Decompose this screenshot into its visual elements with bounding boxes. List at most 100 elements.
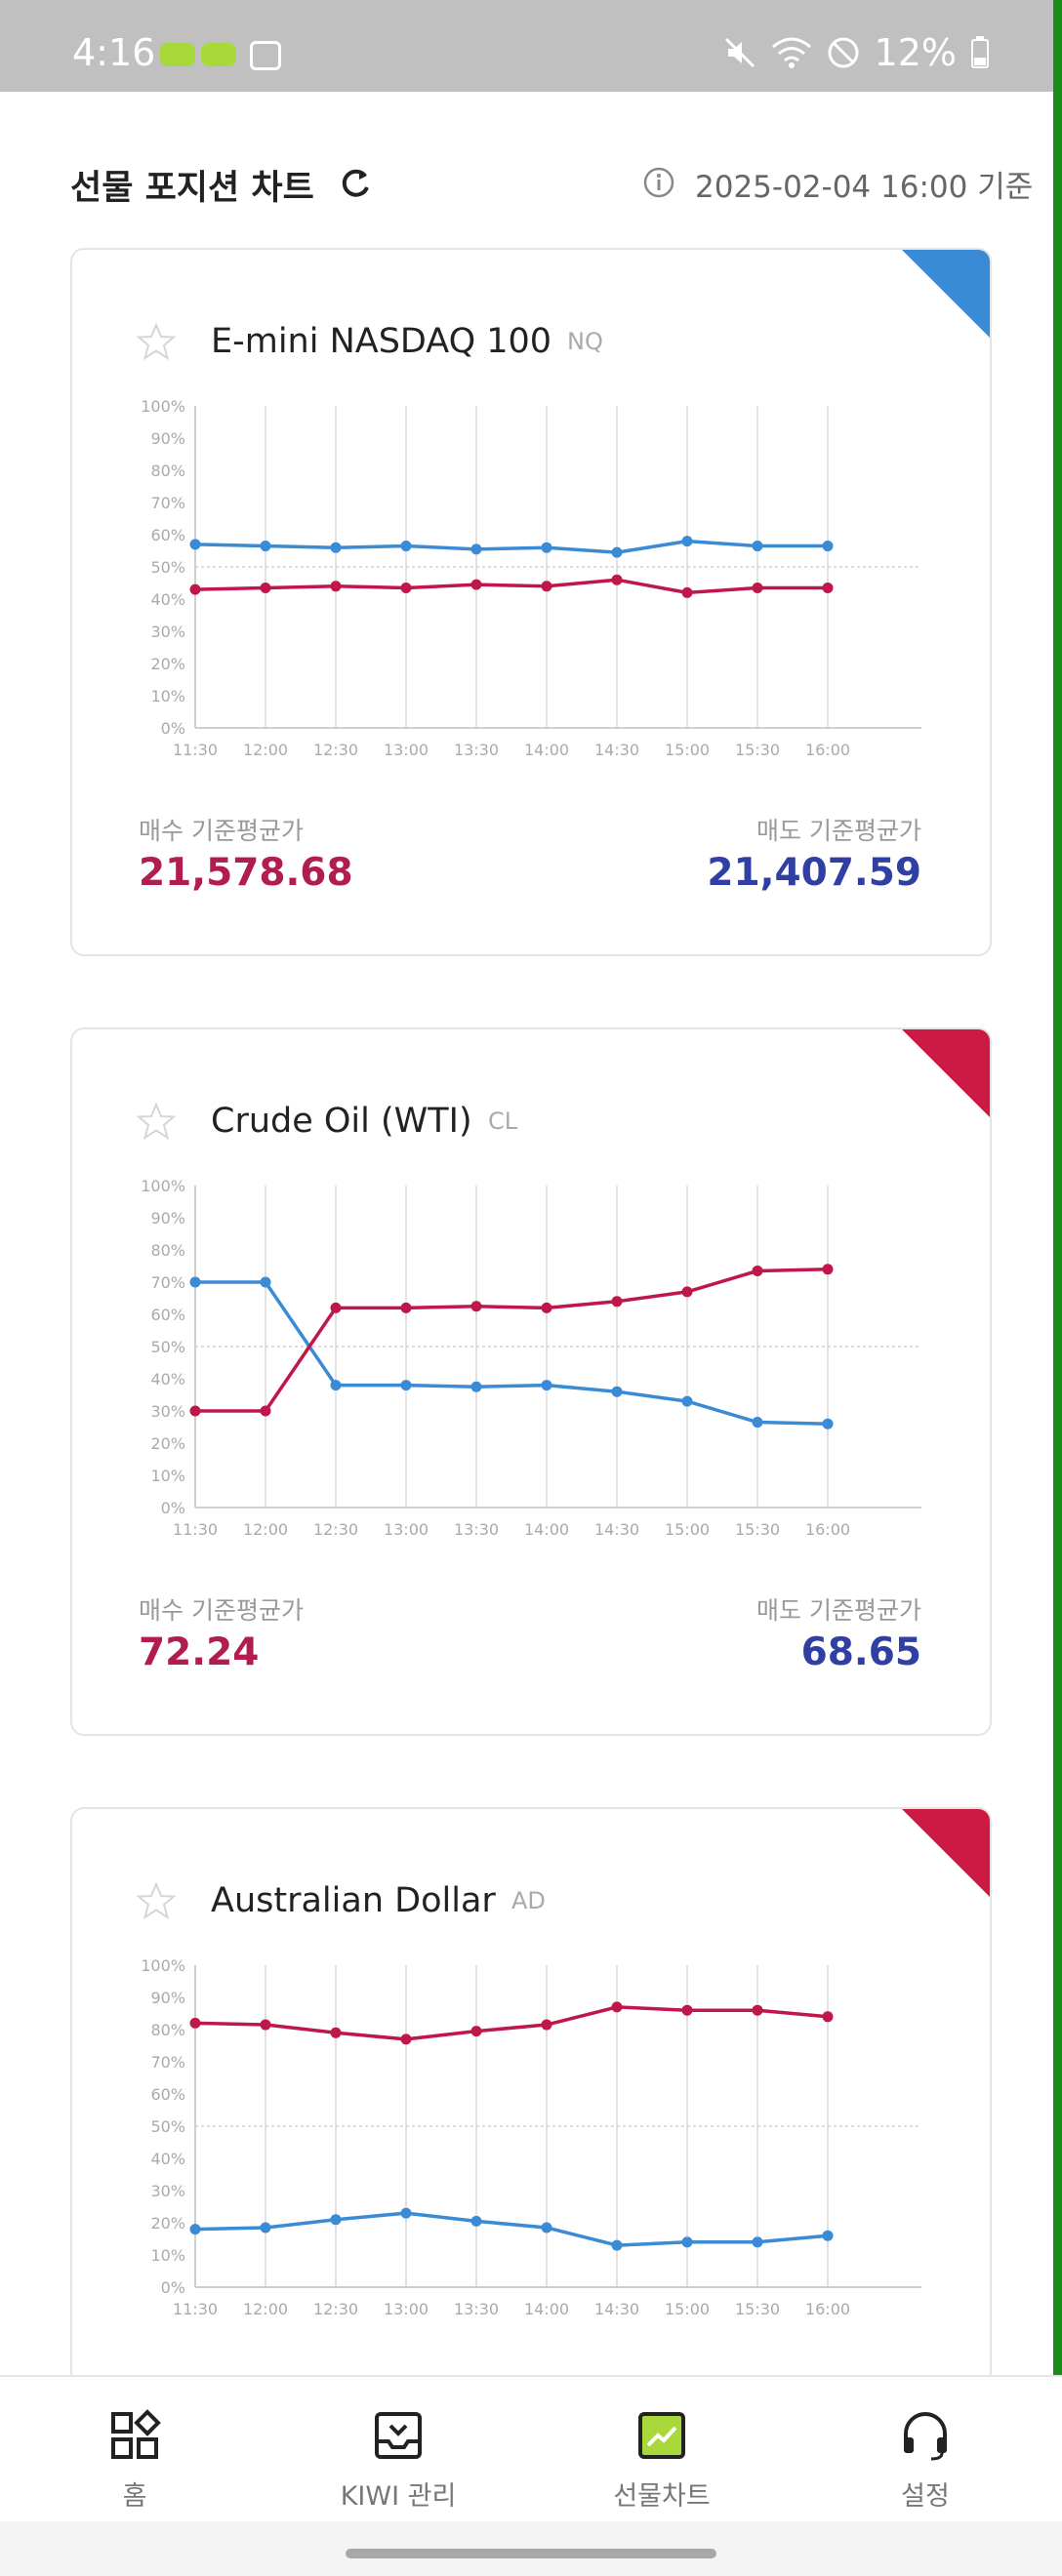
y-tick-label: 40% xyxy=(150,1370,185,1389)
data-point xyxy=(752,2236,763,2248)
nav-futures-chart[interactable]: 선물차트 xyxy=(564,2377,759,2523)
data-point xyxy=(541,542,552,553)
sell-average-label: 매도 기준평균가 xyxy=(756,817,921,845)
data-point xyxy=(822,541,834,552)
data-point xyxy=(260,2019,271,2031)
data-point xyxy=(470,1301,482,1312)
data-point xyxy=(400,2033,412,2045)
x-tick-label: 12:00 xyxy=(243,2300,288,2318)
nav-settings[interactable]: 설정 xyxy=(828,2377,1023,2523)
page-title: 선물 포지션 차트 xyxy=(70,169,314,208)
y-tick-label: 90% xyxy=(150,1209,185,1228)
data-point xyxy=(260,2222,271,2234)
y-tick-label: 100% xyxy=(141,397,185,416)
y-tick-label: 80% xyxy=(150,462,185,480)
data-point xyxy=(260,1276,271,1288)
y-tick-label: 90% xyxy=(150,429,185,448)
refresh-icon[interactable] xyxy=(336,164,375,203)
x-tick-label: 15:30 xyxy=(735,2300,780,2318)
y-tick-label: 50% xyxy=(150,2117,185,2136)
favorite-star-icon[interactable] xyxy=(137,1102,176,1141)
series-line xyxy=(195,1280,829,1426)
y-tick-label: 80% xyxy=(150,2021,185,2039)
x-tick-label: 12:30 xyxy=(313,741,358,759)
sell-average-label: 매도 기준평균가 xyxy=(756,1596,921,1625)
notification-icon xyxy=(160,43,195,66)
y-tick-label: 10% xyxy=(150,687,185,705)
y-tick-label: 10% xyxy=(150,1467,185,1485)
y-tick-label: 70% xyxy=(150,1273,185,1292)
y-tick-label: 20% xyxy=(150,655,185,673)
x-tick-label: 12:00 xyxy=(243,741,288,759)
position-line-chart: 0% 10% 20% 30% 40% 50% 60% 70% 80% 90% 100% 11:30 12… xyxy=(141,397,921,759)
data-point xyxy=(260,1405,271,1417)
favorite-star-icon[interactable] xyxy=(137,1881,176,1920)
data-point xyxy=(611,546,623,558)
data-point xyxy=(330,542,342,553)
data-point xyxy=(752,1417,763,1429)
position-line-chart: 0% 10% 20% 30% 40% 50% 60% 70% 80% 90% 100% 11:30 12… xyxy=(141,1177,921,1539)
favorite-star-icon[interactable] xyxy=(137,322,176,361)
info-icon[interactable] xyxy=(642,166,675,199)
data-point xyxy=(752,541,763,552)
data-point xyxy=(752,1265,763,1276)
y-tick-label: 0% xyxy=(161,1499,185,1517)
x-tick-label: 11:30 xyxy=(173,741,218,759)
screenshot-icon xyxy=(250,41,281,70)
data-point xyxy=(189,1405,201,1417)
chart-icon xyxy=(638,2412,685,2459)
nav-kiwi-management[interactable]: KIWI 관리 xyxy=(301,2377,496,2523)
x-tick-label: 13:00 xyxy=(384,741,429,759)
x-tick-label: 16:00 xyxy=(805,1520,850,1539)
x-tick-label: 16:00 xyxy=(805,741,850,759)
futures-code: AD xyxy=(511,1887,546,1914)
data-point xyxy=(470,2215,482,2227)
data-point xyxy=(822,2230,834,2241)
nav-label: 홈 xyxy=(122,2481,147,2512)
data-point xyxy=(822,2011,834,2023)
data-point xyxy=(822,1418,834,1429)
y-tick-label: 20% xyxy=(150,1434,185,1453)
position-line-chart: 0% 10% 20% 30% 40% 50% 60% 70% 80% 90% 100% 11:30 12… xyxy=(141,1956,921,2318)
futures-card[interactable]: Crude Oil (WTI) CL 0% 10% 20% 30% 40% 50% 60% 7… xyxy=(70,1027,992,1736)
nav-label: 설정 xyxy=(901,2481,950,2512)
y-tick-label: 50% xyxy=(150,558,185,577)
data-point xyxy=(400,541,412,552)
data-point xyxy=(541,1302,552,1313)
home-grid-icon xyxy=(111,2409,161,2459)
position-corner-indicator xyxy=(902,250,990,338)
x-tick-label: 15:30 xyxy=(735,741,780,759)
y-tick-label: 60% xyxy=(150,2085,185,2104)
data-point xyxy=(611,1386,623,1397)
series-line xyxy=(194,2005,829,2041)
y-tick-label: 20% xyxy=(150,2214,185,2233)
buy-average-value: 21,578.68 xyxy=(139,851,353,895)
data-point xyxy=(541,2019,552,2031)
futures-card[interactable]: E-mini NASDAQ 100 NQ 0% 10% 20% 30% 40% 50% 60… xyxy=(70,248,992,956)
data-point xyxy=(470,543,482,555)
home-gesture-bar[interactable] xyxy=(346,2549,716,2558)
data-point xyxy=(189,1276,201,1288)
data-point xyxy=(330,2214,342,2226)
battery-icon xyxy=(971,36,989,68)
data-point xyxy=(611,1296,623,1308)
y-tick-label: 60% xyxy=(150,526,185,544)
y-tick-label: 0% xyxy=(161,2278,185,2297)
data-point xyxy=(400,1380,412,1391)
status-icons: 12% xyxy=(722,31,990,74)
notification-icon xyxy=(201,43,236,66)
data-point xyxy=(681,536,693,547)
x-tick-label: 14:00 xyxy=(524,2300,569,2318)
data-point xyxy=(330,2027,342,2038)
data-point xyxy=(681,586,693,598)
futures-name: Crude Oil (WTI) xyxy=(211,1102,472,1141)
data-point xyxy=(822,582,834,593)
data-point xyxy=(611,2239,623,2251)
position-corner-indicator xyxy=(902,1809,990,1897)
wifi-icon xyxy=(771,37,811,68)
nav-home[interactable]: 홈 xyxy=(37,2377,232,2523)
data-point xyxy=(260,541,271,552)
y-tick-label: 70% xyxy=(150,2053,185,2072)
x-tick-label: 12:30 xyxy=(313,1520,358,1539)
sell-average-value: 21,407.59 xyxy=(707,851,921,895)
